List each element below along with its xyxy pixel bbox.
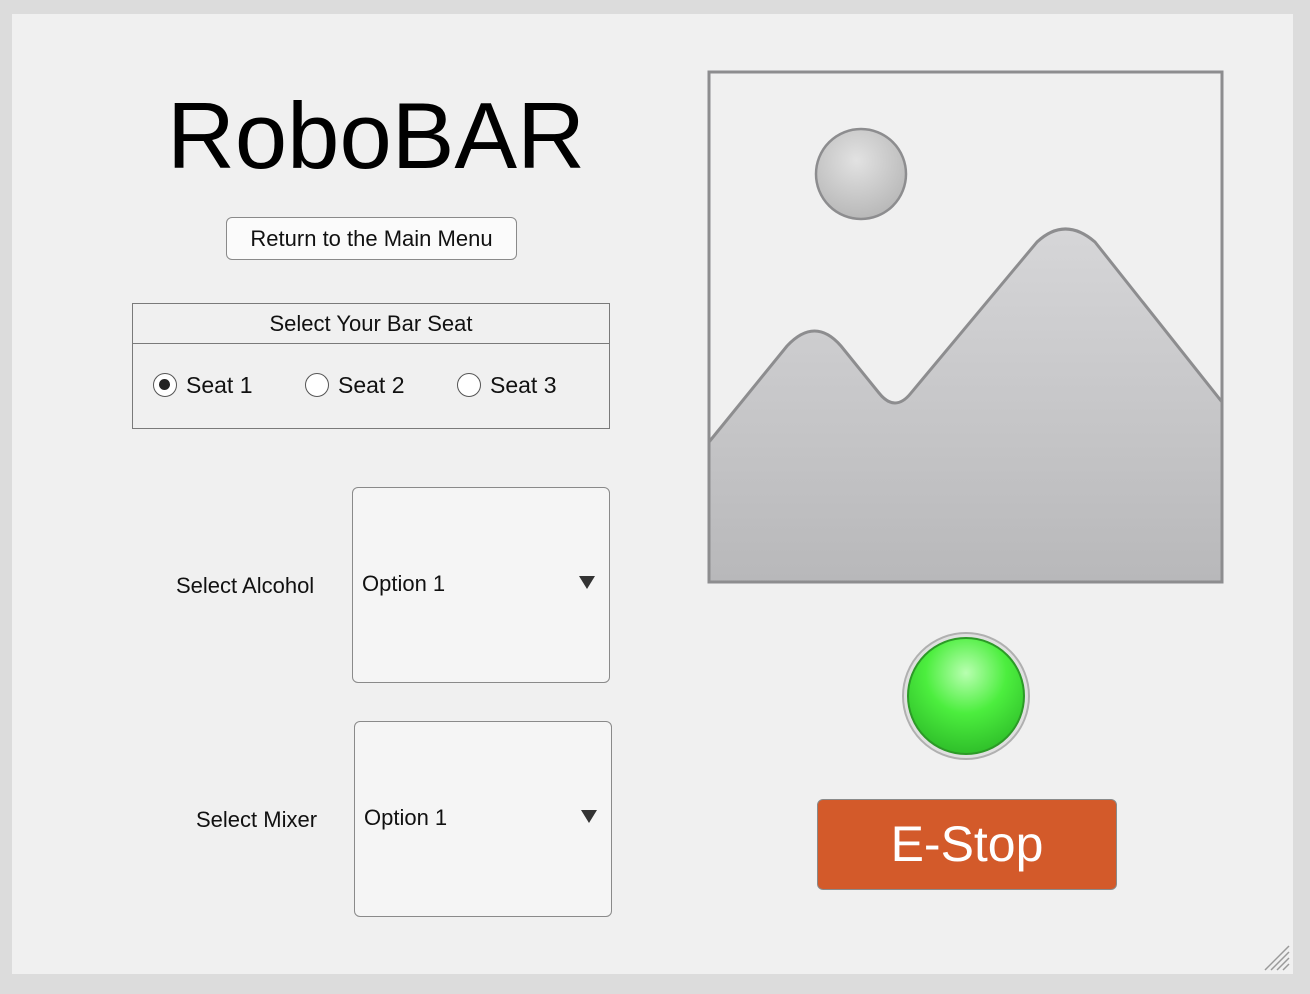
app-title: RoboBAR	[167, 83, 585, 188]
radio-unchecked-icon	[305, 373, 329, 397]
status-lamp-icon	[901, 631, 1031, 761]
seat-2-radio[interactable]: Seat 2	[305, 369, 405, 401]
dropdown-arrow-icon	[579, 576, 595, 589]
mixer-label: Select Mixer	[196, 807, 318, 832]
seat-selection-panel: Select Your Bar Seat Seat 1 Seat 2 Seat …	[132, 303, 610, 429]
seat-1-label: Seat 1	[186, 371, 253, 398]
app-window: RoboBAR Return to the Main Menu Select Y…	[12, 14, 1293, 974]
seat-3-label: Seat 3	[490, 371, 557, 398]
alcohol-selected-value: Option 1	[362, 571, 446, 596]
radio-unchecked-icon	[457, 373, 481, 397]
dropdown-arrow-icon	[581, 810, 597, 823]
alcohol-label: Select Alcohol	[176, 573, 315, 598]
seat-3-radio[interactable]: Seat 3	[457, 369, 557, 401]
alcohol-dropdown[interactable]: Option 1	[352, 487, 610, 683]
seat-1-radio[interactable]: Seat 1	[153, 369, 253, 401]
image-placeholder-icon	[707, 70, 1224, 584]
mixer-dropdown[interactable]: Option 1	[354, 721, 612, 917]
seat-panel-title: Select Your Bar Seat	[133, 304, 609, 344]
seat-radio-group: Seat 1 Seat 2 Seat 3	[153, 369, 609, 401]
resize-grip-icon[interactable]	[1262, 943, 1290, 971]
seat-2-label: Seat 2	[338, 371, 405, 398]
mixer-selected-value: Option 1	[364, 805, 448, 830]
radio-checked-icon	[153, 373, 177, 397]
main-menu-button[interactable]: Return to the Main Menu	[226, 217, 517, 260]
estop-button[interactable]: E-Stop	[817, 799, 1117, 890]
